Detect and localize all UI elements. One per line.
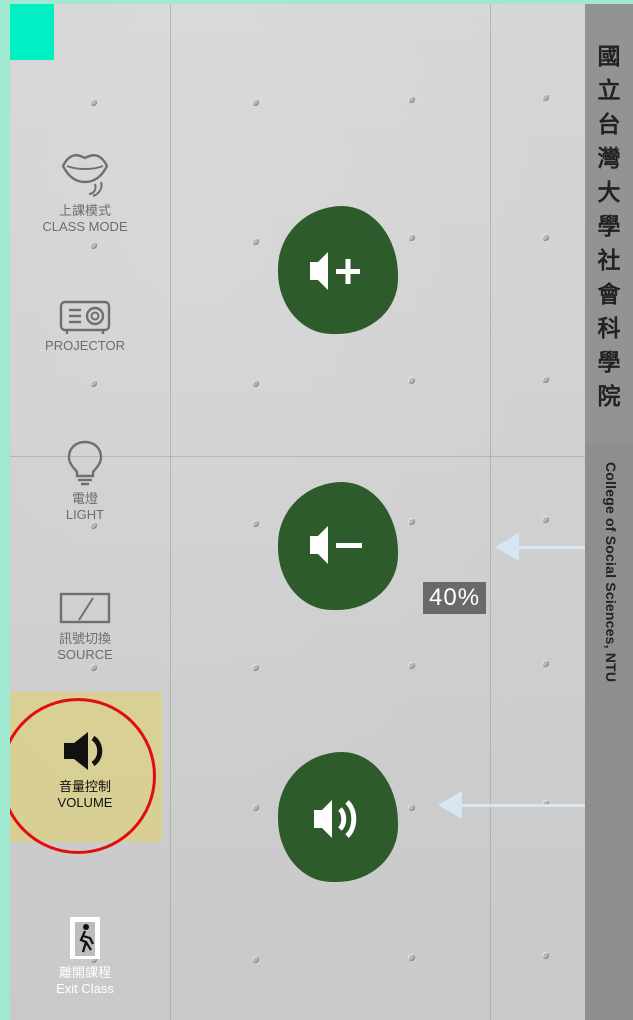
sidebar-item-label-en: CLASS MODE bbox=[42, 219, 128, 234]
sidebar-item-label-cn: 上課模式 bbox=[58, 203, 111, 218]
wall-bolt bbox=[408, 518, 415, 525]
wall-bolt bbox=[542, 94, 549, 101]
sidebar-item-label-cn: 電燈 bbox=[71, 491, 98, 506]
exit-door-icon bbox=[70, 917, 100, 959]
sidebar-item-projector[interactable]: PROJECTOR bbox=[10, 294, 160, 353]
wall-bolt bbox=[542, 376, 549, 383]
wall-bolt bbox=[90, 242, 97, 249]
wall-seam bbox=[490, 4, 491, 1020]
wall-bolt bbox=[542, 234, 549, 241]
wall-bolt bbox=[408, 96, 415, 103]
wall-bolt bbox=[408, 662, 415, 669]
sidebar-item-label-en: LIGHT bbox=[65, 507, 105, 522]
sidebar-item-label-en: Exit Class bbox=[56, 981, 114, 996]
wall-bolt bbox=[90, 380, 97, 387]
wall-bolt bbox=[408, 954, 415, 961]
volume-up-button[interactable] bbox=[278, 206, 398, 334]
wall-bolt bbox=[252, 664, 259, 671]
sidebar-item-light[interactable]: 電燈 LIGHT bbox=[10, 438, 160, 522]
wall-bolt bbox=[252, 804, 259, 811]
volume-down-button[interactable] bbox=[278, 482, 398, 610]
volume-mute-toggle-button[interactable] bbox=[278, 752, 398, 882]
wall-bolt bbox=[408, 377, 415, 384]
wall-bolt bbox=[90, 99, 97, 106]
volume-down-icon bbox=[310, 526, 362, 564]
volume-mute-toggle-icon bbox=[314, 800, 357, 838]
wall-bolt bbox=[252, 520, 259, 527]
sidebar-item-exit-class[interactable]: 離開課程 Exit Class bbox=[10, 914, 160, 996]
sidebar-item-label-en: SOURCE bbox=[57, 647, 113, 662]
wall-seam bbox=[170, 4, 171, 1020]
wall-bolt bbox=[542, 952, 549, 959]
institution-name-en: College of Social Sciences, NTU bbox=[603, 462, 619, 683]
teal-corner-accent bbox=[10, 4, 54, 60]
wall-bolt bbox=[252, 99, 259, 106]
control-panel: 上課模式 CLASS MODE PROJECTOR 電燈 LIGHT 訊號切換 … bbox=[10, 4, 633, 1020]
wall-bolt bbox=[90, 664, 97, 671]
sidebar-item-label-cn: 訊號切換 bbox=[58, 631, 111, 646]
lips-icon bbox=[61, 154, 109, 197]
wall-bolt bbox=[252, 380, 259, 387]
wall-bolt bbox=[90, 522, 97, 529]
sidebar-item-source[interactable]: 訊號切換 SOURCE bbox=[10, 588, 160, 662]
wall-bolt bbox=[252, 956, 259, 963]
institution-name-cn: 國立台灣大學 社會科學院 bbox=[597, 43, 633, 410]
sidebar-item-class-mode[interactable]: 上課模式 CLASS MODE bbox=[10, 144, 160, 234]
projector-icon bbox=[59, 300, 111, 334]
sidebar-item-label-cn: 離開課程 bbox=[58, 965, 111, 980]
lightbulb-icon bbox=[67, 440, 103, 486]
wall-bolt bbox=[252, 238, 259, 245]
wall-bolt bbox=[542, 516, 549, 523]
volume-level-indicator: 40% bbox=[423, 582, 487, 614]
source-switch-icon bbox=[59, 592, 111, 624]
institution-banner: 國立台灣大學 社會科學院 College of Social Sciences,… bbox=[585, 4, 633, 1020]
wall-bolt bbox=[542, 660, 549, 667]
volume-up-icon bbox=[310, 252, 360, 290]
wall-bolt bbox=[408, 804, 415, 811]
sidebar-item-label-en: PROJECTOR bbox=[45, 338, 125, 353]
wall-bolt bbox=[408, 234, 415, 241]
